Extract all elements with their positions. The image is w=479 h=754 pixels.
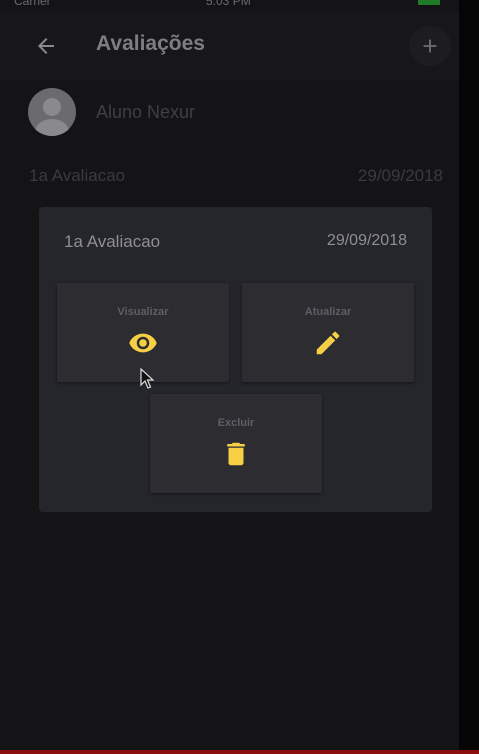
delete-button[interactable]: Excluir: [150, 394, 322, 493]
carrier-label: Carrier: [14, 0, 51, 8]
student-name: Aluno Nexur: [96, 102, 196, 122]
arrow-left-icon[interactable]: [34, 34, 58, 58]
screen-edge: [459, 0, 479, 750]
view-label: Visualizar: [117, 306, 169, 318]
trash-icon: [221, 439, 251, 469]
update-button[interactable]: Atualizar: [242, 283, 414, 382]
dialog-date: 29/09/2018: [326, 232, 407, 249]
add-button[interactable]: [409, 26, 451, 66]
status-bar: Carrier 5:03 PM: [0, 0, 459, 12]
evaluation-list-item[interactable]: 1a Avaliacao 29/09/2018: [0, 164, 459, 188]
mouse-cursor-icon: [140, 368, 155, 389]
app-bar: Avaliações: [0, 12, 459, 80]
bottom-border: [0, 750, 479, 754]
student-header: Aluno Nexur: [28, 88, 428, 138]
pencil-icon: [313, 328, 343, 358]
app-screen: Carrier 5:03 PM Avaliações Aluno Nexur 1…: [0, 0, 459, 750]
dialog-title: 1a Avaliacao: [64, 232, 161, 251]
evaluation-options-dialog: 1a Avaliacao 29/09/2018 Visualizar Atual…: [39, 207, 432, 512]
evaluation-date: 29/09/2018: [357, 166, 443, 185]
delete-label: Excluir: [217, 417, 255, 429]
plus-icon: [423, 39, 437, 53]
avatar: [28, 88, 76, 136]
evaluation-title: 1a Avaliacao: [29, 166, 126, 185]
eye-icon: [128, 328, 158, 358]
clock: 5:03 PM: [206, 0, 251, 8]
person-avatar-icon: [35, 98, 69, 136]
battery-icon: [418, 0, 440, 5]
page-title: Avaliações: [96, 32, 205, 55]
update-label: Atualizar: [304, 306, 352, 318]
